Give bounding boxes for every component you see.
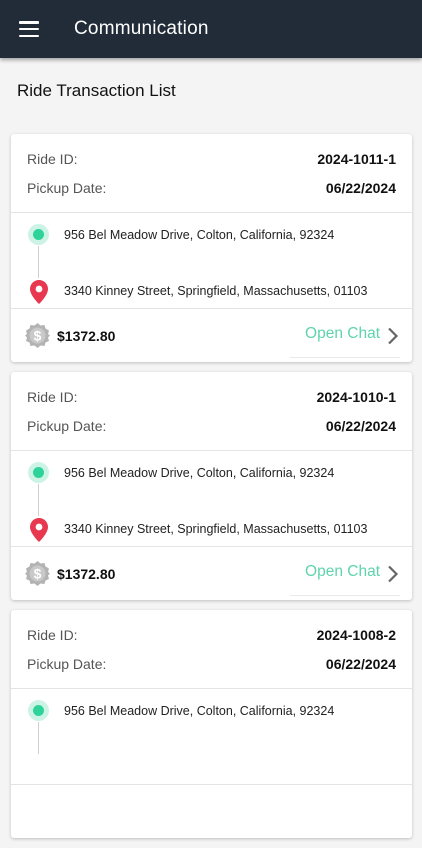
ride-meta: Ride ID: 2024-1010-1 Pickup Date: 06/22/… bbox=[11, 372, 412, 451]
svg-text:$: $ bbox=[34, 328, 42, 344]
section-title: Ride Transaction List bbox=[17, 81, 176, 100]
ride-meta: Ride ID: 2024-1011-1 Pickup Date: 06/22/… bbox=[11, 134, 412, 213]
ride-id-row: Ride ID: 2024-1008-2 bbox=[27, 620, 396, 649]
dropoff-pin-icon bbox=[30, 280, 48, 304]
ride-amount: $1372.80 bbox=[57, 566, 116, 582]
chevron-right-icon[interactable] bbox=[386, 327, 400, 345]
pickup-date-row: Pickup Date: 06/22/2024 bbox=[27, 649, 396, 678]
chevron-right-icon[interactable] bbox=[386, 565, 400, 583]
ride-route: 956 Bel Meadow Drive, Colton, California… bbox=[11, 451, 412, 547]
ride-route: 956 Bel Meadow Drive, Colton, California… bbox=[11, 213, 412, 309]
dollar-coin-icon: $ bbox=[25, 323, 50, 348]
pickup-date-label: Pickup Date: bbox=[27, 179, 107, 196]
dollar-coin-icon: $ bbox=[25, 561, 50, 586]
pickup-date-row: Pickup Date: 06/22/2024 bbox=[27, 173, 396, 202]
ride-card[interactable]: Ride ID: 2024-1008-2 Pickup Date: 06/22/… bbox=[11, 610, 412, 838]
pickup-location-icon bbox=[28, 462, 49, 483]
ride-id-value: 2024-1011-1 bbox=[317, 150, 396, 167]
dropoff-address: 3340 Kinney Street, Springfield, Massach… bbox=[64, 284, 368, 298]
dropoff-pin-icon bbox=[30, 518, 48, 542]
ride-id-value: 2024-1008-2 bbox=[316, 626, 396, 643]
pickup-date-value: 06/22/2024 bbox=[325, 179, 396, 196]
ride-id-label: Ride ID: bbox=[27, 388, 78, 405]
ride-footer: $ $1372.80 Open Chat bbox=[11, 547, 412, 600]
app-bar: Communication bbox=[0, 0, 422, 58]
pickup-address: 956 Bel Meadow Drive, Colton, California… bbox=[64, 704, 335, 718]
ride-id-row: Ride ID: 2024-1010-1 bbox=[27, 382, 396, 411]
pickup-address: 956 Bel Meadow Drive, Colton, California… bbox=[64, 228, 335, 242]
route-connector bbox=[38, 484, 39, 516]
chat-button-underline bbox=[290, 357, 400, 358]
pickup-date-value: 06/22/2024 bbox=[325, 655, 396, 672]
ride-id-label: Ride ID: bbox=[27, 150, 78, 167]
pickup-location-icon bbox=[28, 700, 49, 721]
dropoff-address: 3340 Kinney Street, Springfield, Massach… bbox=[64, 522, 368, 536]
app-title: Communication bbox=[74, 18, 209, 39]
ride-footer: $ $1372.80 Open Chat bbox=[11, 309, 412, 362]
ride-card[interactable]: Ride ID: 2024-1011-1 Pickup Date: 06/22/… bbox=[11, 134, 412, 362]
pickup-date-row: Pickup Date: 06/22/2024 bbox=[27, 411, 396, 440]
ride-route: 956 Bel Meadow Drive, Colton, California… bbox=[11, 689, 412, 785]
ride-list: Ride ID: 2024-1011-1 Pickup Date: 06/22/… bbox=[11, 134, 412, 848]
chat-button-underline bbox=[290, 595, 400, 596]
ride-meta: Ride ID: 2024-1008-2 Pickup Date: 06/22/… bbox=[11, 610, 412, 689]
pickup-date-label: Pickup Date: bbox=[27, 417, 107, 434]
ride-id-row: Ride ID: 2024-1011-1 bbox=[27, 144, 396, 173]
route-connector bbox=[38, 722, 39, 754]
svg-text:$: $ bbox=[34, 566, 42, 582]
route-connector bbox=[38, 246, 39, 278]
pickup-location-icon bbox=[28, 224, 49, 245]
ride-amount: $1372.80 bbox=[57, 328, 116, 344]
open-chat-button[interactable]: Open Chat bbox=[305, 563, 380, 581]
ride-id-value: 2024-1010-1 bbox=[316, 388, 396, 405]
pickup-date-value: 06/22/2024 bbox=[325, 417, 396, 434]
open-chat-button[interactable]: Open Chat bbox=[305, 325, 380, 343]
hamburger-menu-icon[interactable] bbox=[19, 21, 39, 37]
pickup-date-label: Pickup Date: bbox=[27, 655, 107, 672]
ride-card[interactable]: Ride ID: 2024-1010-1 Pickup Date: 06/22/… bbox=[11, 372, 412, 600]
ride-id-label: Ride ID: bbox=[27, 626, 78, 643]
pickup-address: 956 Bel Meadow Drive, Colton, California… bbox=[64, 466, 335, 480]
